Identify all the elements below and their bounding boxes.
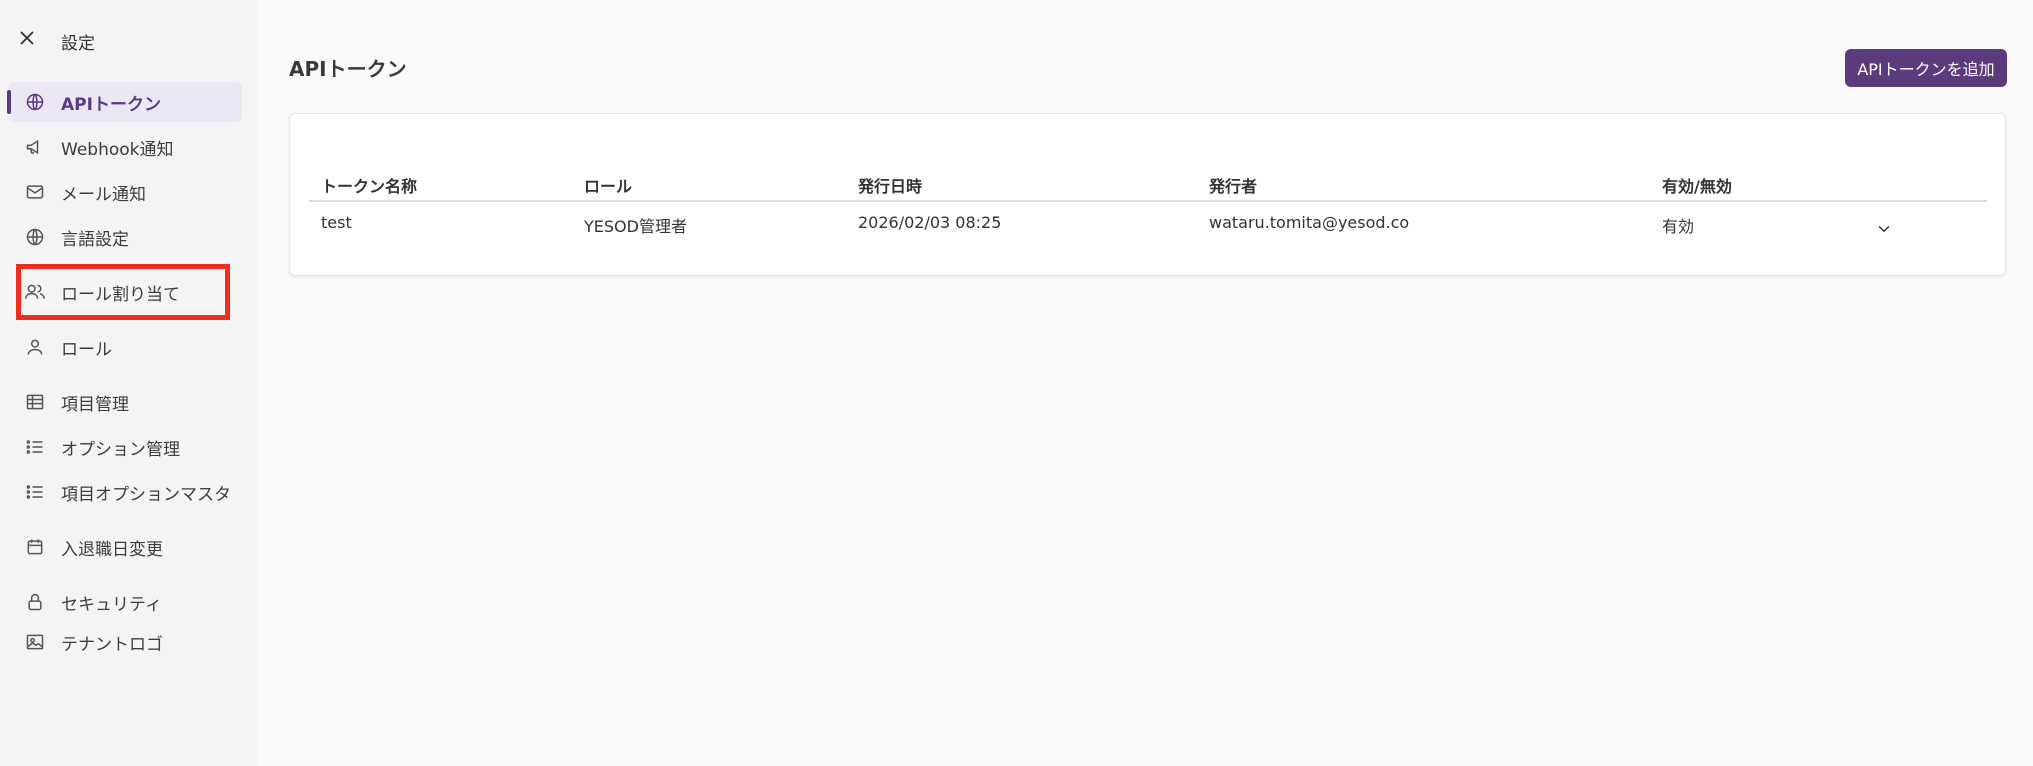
column-header-token-name: トークン名称 <box>321 177 418 196</box>
sidebar-item-field-management[interactable]: 項目管理 <box>8 382 242 422</box>
sidebar-title: 設定 <box>61 34 95 54</box>
sidebar-item-role-assignment[interactable]: ロール割り当て <box>8 272 242 312</box>
add-api-token-button[interactable]: APIトークンを追加 <box>1845 49 2007 87</box>
sidebar-item-api-token[interactable]: APIトークン <box>7 82 242 122</box>
sidebar-item-option-management[interactable]: オプション管理 <box>8 427 242 467</box>
globe-icon <box>24 226 46 248</box>
sidebar-item-label: オプション管理 <box>61 439 180 460</box>
sidebar-item-label: メール通知 <box>61 184 146 205</box>
column-header-issuer: 発行者 <box>1209 177 1258 196</box>
globe-icon <box>24 91 46 113</box>
sidebar-item-label: APIトークン <box>61 94 161 115</box>
sidebar-item-label: Webhook通知 <box>61 139 174 160</box>
sidebar-item-role[interactable]: ロール <box>8 327 242 367</box>
sidebar-item-label: 言語設定 <box>61 229 129 250</box>
sidebar-item-webhook[interactable]: Webhook通知 <box>8 127 242 167</box>
cell-status: 有効 <box>1662 217 1695 236</box>
column-header-issued-at: 発行日時 <box>858 177 923 196</box>
table-icon <box>24 391 46 413</box>
cell-token-name: test <box>321 213 352 232</box>
megaphone-icon <box>24 136 46 158</box>
users-icon <box>24 281 46 303</box>
sidebar-item-label: 項目管理 <box>61 394 129 415</box>
api-token-table-card: トークン名称 ロール 発行日時 発行者 有効/無効 test YESOD管理者 … <box>289 113 2006 276</box>
sidebar-item-label: 項目オプションマスタ <box>61 484 231 505</box>
sidebar-item-security[interactable]: セキュリティ <box>8 582 242 622</box>
user-icon <box>24 336 46 358</box>
sidebar-header: 設定 <box>0 0 258 78</box>
calendar-icon <box>24 536 46 558</box>
sidebar-item-label: ロール <box>61 339 112 360</box>
sidebar-item-language[interactable]: 言語設定 <box>8 217 242 257</box>
cell-role: YESOD管理者 <box>584 217 687 236</box>
page-title: APIトークン <box>289 57 407 81</box>
close-icon[interactable] <box>16 27 38 49</box>
list-icon <box>24 436 46 458</box>
lock-icon <box>24 591 46 613</box>
settings-sidebar: 設定 APIトークン Webhook通知 メール通知 言語設定 ロール割り当て <box>0 0 258 766</box>
sidebar-item-label: セキュリティ <box>61 594 162 615</box>
sidebar-item-mail[interactable]: メール通知 <box>8 172 242 212</box>
sidebar-item-tenant-logo[interactable]: テナントロゴ <box>8 622 242 662</box>
sidebar-item-join-leave-date[interactable]: 入退職日変更 <box>8 527 242 567</box>
cell-issuer: wataru.tomita@yesod.co <box>1209 213 1410 232</box>
sidebar-item-label: 入退職日変更 <box>61 539 163 560</box>
column-header-status: 有効/無効 <box>1662 177 1732 196</box>
sidebar-item-field-option-master[interactable]: 項目オプションマスタ <box>8 472 242 512</box>
mail-icon <box>24 181 46 203</box>
list-icon <box>24 481 46 503</box>
table-header-divider <box>309 200 1987 202</box>
active-indicator <box>7 90 11 114</box>
cell-issued-at: 2026/02/03 08:25 <box>858 213 1002 232</box>
column-header-role: ロール <box>584 177 633 196</box>
sidebar-item-label: テナントロゴ <box>61 634 163 655</box>
sidebar-item-label: ロール割り当て <box>61 284 180 305</box>
chevron-down-icon[interactable] <box>1875 220 1893 238</box>
image-icon <box>24 631 46 653</box>
